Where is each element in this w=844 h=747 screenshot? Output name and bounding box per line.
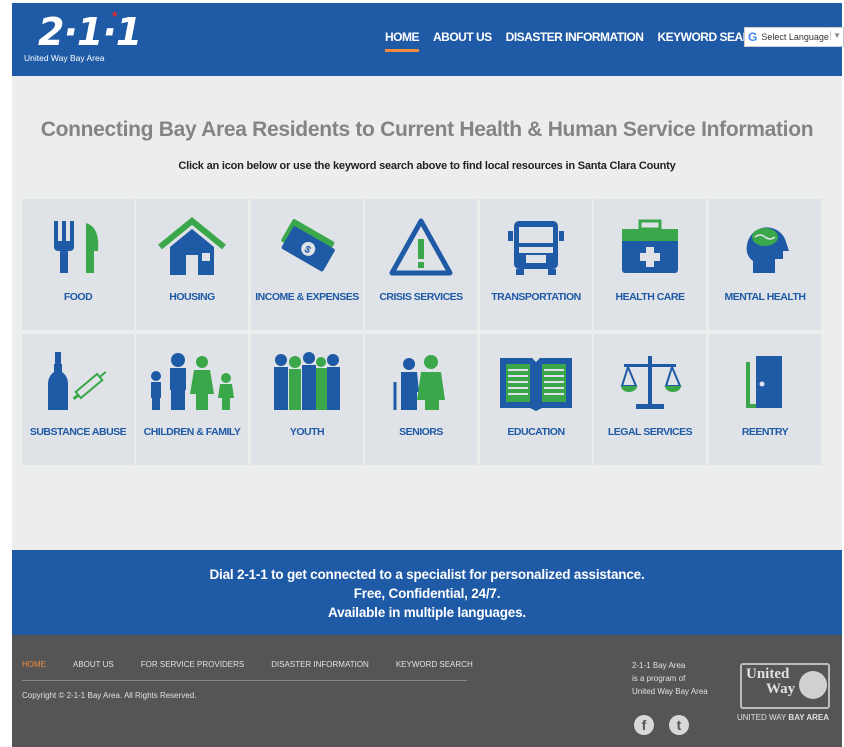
footer-nav: HOME ABOUT US FOR SERVICE PROVIDERS DISA… xyxy=(22,660,500,669)
united-way-logo-text: United Way xyxy=(746,667,795,697)
nav-about-us[interactable]: ABOUT US xyxy=(433,30,492,44)
fork-knife-icon xyxy=(54,221,99,273)
nav-disaster-information[interactable]: DISASTER INFORMATION xyxy=(506,30,644,44)
category-seniors[interactable]: SENIORS xyxy=(365,334,477,465)
category-label: HEALTH CARE xyxy=(615,291,685,303)
category-label: REENTRY xyxy=(741,426,789,438)
bottle-syringe-icon xyxy=(48,352,107,410)
copyright-text: Copyright © 2-1-1 Bay Area. All Rights R… xyxy=(22,691,197,700)
footer-nav-about-us[interactable]: ABOUT US xyxy=(73,660,114,669)
category-transportation[interactable]: TRANSPORTATION xyxy=(480,199,592,330)
category-label: YOUTH xyxy=(289,426,325,438)
scales-icon xyxy=(620,356,682,409)
uw-line-1: United xyxy=(746,666,790,682)
dial-211-banner: Dial 2-1-1 to get connected to a special… xyxy=(12,550,842,635)
logo-number: 2·1·1 xyxy=(38,10,142,54)
category-legal-services[interactable]: LEGAL SERVICES xyxy=(594,334,706,465)
facebook-icon[interactable]: f xyxy=(634,715,654,735)
program-note: 2-1-1 Bay Area is a program of United Wa… xyxy=(632,659,708,698)
house-icon xyxy=(158,217,226,275)
family-icon xyxy=(151,353,234,410)
category-label: TRANSPORTATION xyxy=(491,291,581,303)
language-select[interactable]: G Select Language ▼ xyxy=(744,27,844,47)
category-housing[interactable]: HOUSING xyxy=(136,199,248,330)
site-footer: HOME ABOUT US FOR SERVICE PROVIDERS DISA… xyxy=(12,635,842,747)
category-label: CRISIS SERVICES xyxy=(379,291,463,303)
footer-divider xyxy=(22,680,467,681)
category-crisis-services[interactable]: CRISIS SERVICES xyxy=(365,199,477,330)
twitter-icon[interactable]: t xyxy=(669,715,689,735)
category-label: CHILDREN & FAMILY xyxy=(143,426,241,438)
united-way-logo-box: United Way xyxy=(740,663,830,709)
bus-icon xyxy=(508,221,564,275)
category-label: SUBSTANCE ABUSE xyxy=(29,426,127,438)
logo-subtitle: United Way Bay Area xyxy=(24,53,105,63)
book-icon xyxy=(500,358,572,411)
category-label: MENTAL HEALTH xyxy=(724,291,807,303)
category-substance-abuse[interactable]: SUBSTANCE ABUSE xyxy=(22,334,134,465)
banner-line-1: Dial 2-1-1 to get connected to a special… xyxy=(209,567,645,582)
category-income-expenses[interactable]: $ INCOME & EXPENSES xyxy=(251,199,363,330)
program-line: is a program of xyxy=(632,674,686,683)
category-health-care[interactable]: HEALTH CARE xyxy=(594,199,706,330)
door-icon xyxy=(746,356,782,408)
footer-nav-keyword-search[interactable]: KEYWORD SEARCH xyxy=(396,660,473,669)
youth-group-icon xyxy=(274,352,340,410)
program-line: 2-1-1 Bay Area xyxy=(632,661,686,670)
chevron-down-icon: ▼ xyxy=(830,31,841,40)
site-header: 2·1·1 * United Way Bay Area HOME ABOUT U… xyxy=(12,3,844,76)
footer-nav-disaster-information[interactable]: DISASTER INFORMATION xyxy=(271,660,369,669)
warning-icon xyxy=(389,218,453,276)
program-line: United Way Bay Area xyxy=(632,687,708,696)
nav-home[interactable]: HOME xyxy=(385,30,420,52)
page-subtitle: Click an icon below or use the keyword s… xyxy=(178,160,676,172)
united-way-hand-icon xyxy=(799,671,827,699)
category-label: EDUCATION xyxy=(507,426,565,438)
category-youth[interactable]: YOUTH xyxy=(251,334,363,465)
google-translate-icon: G xyxy=(748,30,758,44)
category-food[interactable]: FOOD xyxy=(22,199,134,330)
page-title: Connecting Bay Area Residents to Current… xyxy=(40,118,814,141)
banner-line-3: Available in multiple languages. xyxy=(328,605,526,620)
category-label: FOOD xyxy=(63,291,93,303)
footer-nav-home[interactable]: HOME xyxy=(22,660,46,669)
uw-caption-b: BAY AREA xyxy=(788,713,830,722)
category-label: LEGAL SERVICES xyxy=(607,426,693,438)
footer-nav-service-providers[interactable]: FOR SERVICE PROVIDERS xyxy=(141,660,244,669)
seniors-icon xyxy=(393,355,445,410)
category-mental-health[interactable]: MENTAL HEALTH xyxy=(709,199,821,330)
brain-head-icon xyxy=(746,227,789,273)
category-education[interactable]: EDUCATION xyxy=(480,334,592,465)
banner-line-2: Free, Confidential, 24/7. xyxy=(353,586,501,601)
main-nav: HOME ABOUT US DISASTER INFORMATION KEYWO… xyxy=(385,26,795,52)
language-select-label: Select Language xyxy=(761,32,829,42)
uw-line-2: Way xyxy=(766,681,796,697)
category-label: HOUSING xyxy=(169,291,215,303)
main-content: Connecting Bay Area Residents to Current… xyxy=(12,76,842,550)
category-label: INCOME & EXPENSES xyxy=(255,291,359,303)
category-reentry[interactable]: REENTRY xyxy=(709,334,821,465)
category-label: SENIORS xyxy=(399,426,443,438)
medical-kit-icon xyxy=(622,219,678,273)
uw-caption-a: UNITED WAY xyxy=(737,713,789,722)
united-way-logo[interactable]: United Way UNITED WAY BAY AREA xyxy=(737,663,832,723)
money-icon: $ xyxy=(281,219,335,272)
site-logo[interactable]: 2·1·1 * United Way Bay Area xyxy=(24,8,142,66)
united-way-caption: UNITED WAY BAY AREA xyxy=(737,713,829,722)
logo-star-icon: * xyxy=(112,8,118,24)
category-children-family[interactable]: CHILDREN & FAMILY xyxy=(136,334,248,465)
